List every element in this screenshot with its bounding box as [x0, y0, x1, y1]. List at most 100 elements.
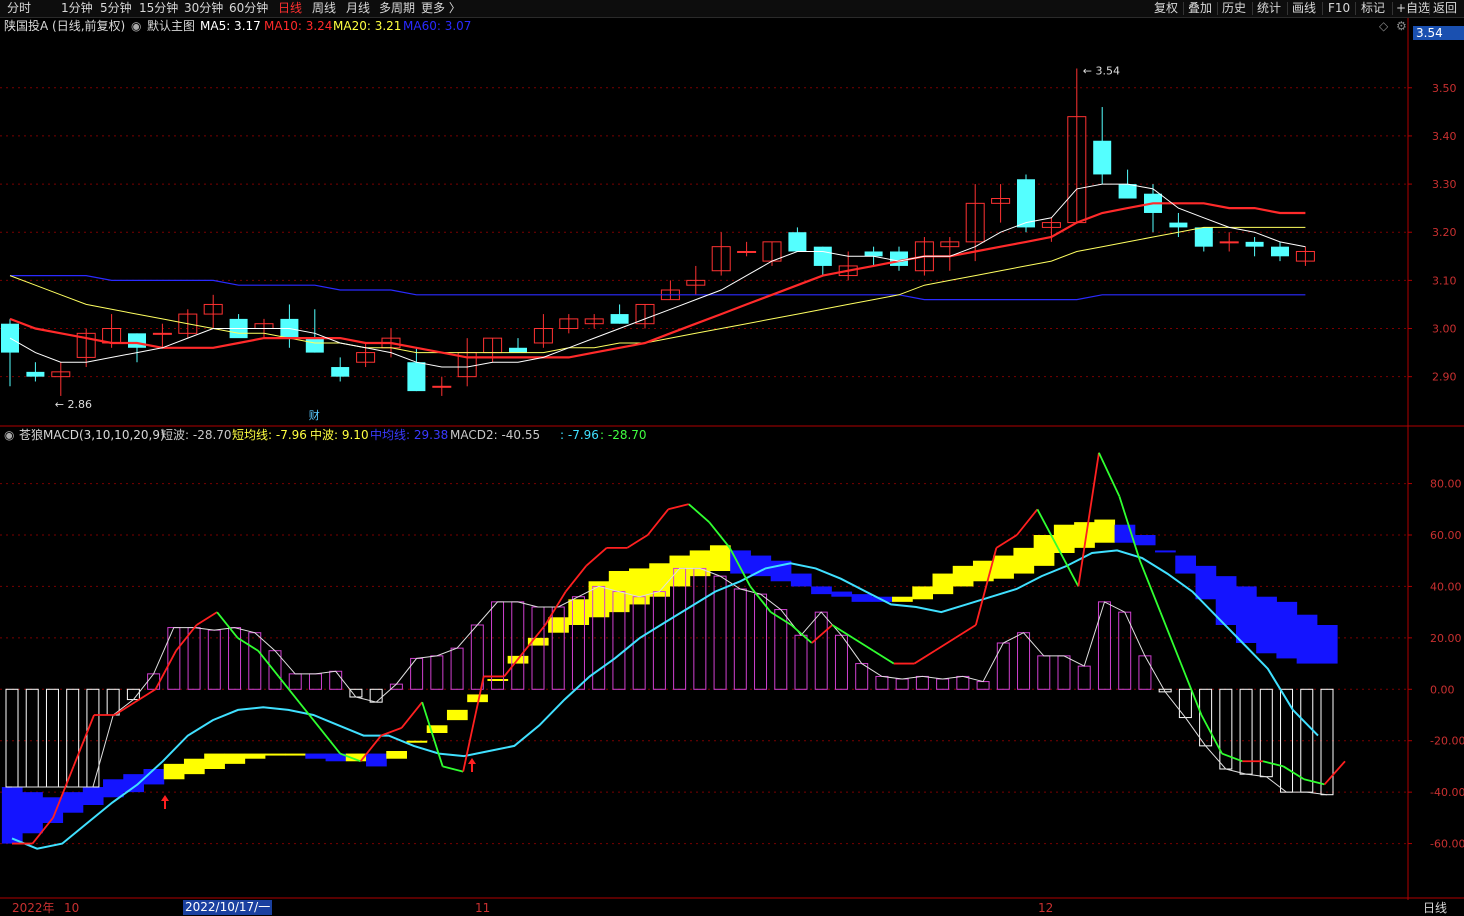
macd2-bar [713, 575, 727, 690]
indicator-tick-label: 20.00 [1430, 632, 1462, 645]
price-tick-label: 3.30 [1432, 178, 1457, 191]
settings-icon[interactable]: ⚙ [1396, 19, 1407, 33]
cloud-block [1033, 535, 1055, 566]
macd2-bar [1077, 665, 1091, 690]
short-wave-segment [934, 637, 956, 652]
short-wave-segment [134, 688, 157, 703]
mid-avg-label: 中均线: 29.38 [370, 428, 449, 442]
cloud-block [790, 573, 812, 587]
macd2-bar [66, 688, 80, 788]
short-wave-segment [790, 624, 813, 644]
cloud-block [811, 586, 832, 595]
indicator-tick-label: 60.00 [1430, 529, 1462, 542]
cloud-block [669, 555, 691, 587]
macd2-bar [1017, 632, 1031, 690]
cloud-block [932, 573, 954, 595]
ma5-label: MA5: 3.17 [200, 19, 261, 33]
cloud-block [548, 617, 569, 633]
crosshair-date: 2022/10/17/一 [183, 900, 273, 915]
cloud-block [62, 792, 84, 813]
short-wave-segment [913, 649, 936, 665]
candle-body-down [1017, 179, 1035, 228]
cloud-block [1175, 555, 1196, 574]
mid-wave-label: 中波: 9.10 [310, 428, 369, 442]
ma20-line [9, 226, 1306, 354]
cloud-block [264, 753, 286, 756]
macd2-bar [207, 629, 221, 690]
template-label[interactable]: 默认主图 [147, 19, 195, 33]
macd2-bar [976, 681, 990, 690]
macd2-bar [5, 688, 19, 788]
indicator-tick-label: -60.00 [1430, 838, 1464, 851]
macd2-bar [794, 634, 808, 690]
macd2-bar [1037, 655, 1051, 690]
candle-body-down [788, 232, 807, 252]
short-wave-segment [954, 624, 977, 639]
short-wave-segment [565, 565, 587, 593]
cloud-block [750, 555, 772, 577]
macd2-bar [915, 675, 929, 690]
cloud-block [1, 787, 23, 844]
macd2-bar [369, 688, 383, 703]
short-avg-label: 短均线: -7.96 [232, 428, 307, 442]
finance-marker: 财 [309, 408, 320, 422]
macd2-label: MACD2: -40.55 [450, 428, 541, 442]
cloud-block [1155, 550, 1176, 553]
price-tick-label: 3.50 [1432, 82, 1457, 95]
indicator-tick-label: -40.00 [1430, 786, 1464, 799]
short-wave-segment [421, 701, 444, 767]
short-wave-segment [647, 508, 669, 536]
cloud-block [82, 787, 104, 805]
macd2-bar [288, 673, 302, 690]
cloud-block [285, 753, 306, 756]
cloud-block [1134, 535, 1156, 546]
short-wave-segment [442, 765, 464, 773]
indicator-name[interactable]: 苍狼MACD(3,10,10,20,9) [19, 428, 165, 442]
stock-title: 陕国投A (日线,前复权) [4, 19, 126, 33]
macd2-bar [329, 670, 343, 690]
macd2-bar [147, 673, 161, 690]
cloud-block [386, 751, 407, 759]
price-tag: 3.54 [1413, 26, 1464, 40]
price-tick-label: 2.90 [1432, 371, 1457, 384]
candle-body-down [1093, 140, 1112, 175]
cloud-block [1256, 596, 1277, 654]
price-tick-label: 3.20 [1432, 226, 1457, 239]
cloud-block [1316, 625, 1338, 664]
candle-body-up [737, 250, 757, 253]
x-label-nov: 11 [475, 901, 491, 915]
ma10-label: MA10: 3.24 [264, 19, 333, 33]
macd2-bar [834, 634, 848, 690]
cloud-block [831, 591, 853, 597]
collapse-icon[interactable]: ◉ [4, 428, 14, 442]
cloud-block [689, 550, 711, 577]
cloud-block [22, 792, 43, 834]
short-wave-segment [154, 650, 177, 690]
short-wave-segment [872, 649, 895, 665]
indicator-tick-label: -20.00 [1430, 735, 1464, 748]
candle-body-down [1118, 184, 1137, 199]
diamond-icon[interactable]: ◇ [1379, 19, 1388, 33]
price-tick-label: 3.00 [1432, 323, 1457, 336]
chart-canvas[interactable]: 3.50 3.40 3.30 3.20 3.10 3.00 2.90 ← 3.54 ← 2.86… [0, 0, 1464, 916]
short-wave-segment [1057, 547, 1080, 587]
price-tick-label: 3.10 [1432, 274, 1457, 287]
cloud-block [305, 753, 327, 759]
macd2-bar [693, 567, 707, 690]
cloud-block [568, 599, 590, 625]
short-wave-segment [852, 637, 874, 652]
cloud-block [406, 740, 428, 743]
macd2-bar [936, 678, 950, 690]
macd2-bar [187, 627, 201, 690]
collapse-icon[interactable]: ◉ [131, 19, 141, 33]
cloud-block [709, 545, 731, 571]
short-wave-segment [380, 727, 402, 737]
cloud-block [1296, 614, 1318, 664]
cloud-block [123, 774, 144, 793]
x-label-year: 2022年 [12, 901, 55, 915]
cloud-block [1094, 519, 1116, 543]
cloud-block [183, 758, 205, 775]
short-wave-segment [114, 701, 136, 716]
price-tick-label: 3.40 [1432, 130, 1457, 143]
candle-body-up [152, 332, 172, 335]
